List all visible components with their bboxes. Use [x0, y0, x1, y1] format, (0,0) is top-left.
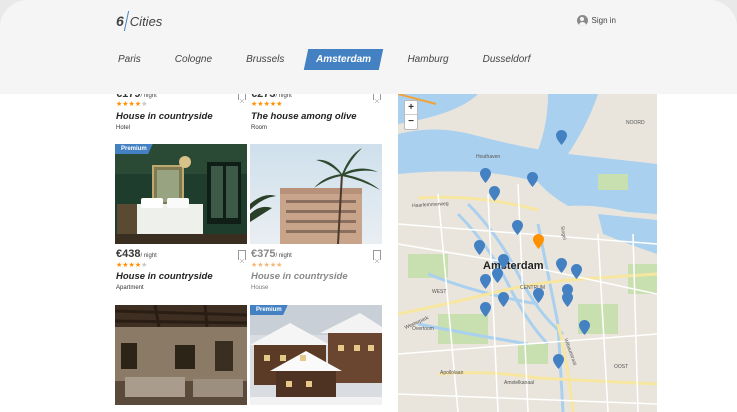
map-pin-icon[interactable] [480, 274, 491, 289]
offer-image-green-room[interactable]: Premium [115, 144, 247, 244]
map-pin-icon[interactable] [480, 302, 491, 317]
logo-divider [123, 11, 129, 31]
premium-badge: Premium [115, 144, 153, 154]
offer-type: Hotel [116, 125, 131, 131]
map-pin-icon[interactable] [553, 354, 564, 369]
map-label: Overtoom [412, 326, 434, 332]
tab-amsterdam[interactable]: Amsterdam [304, 49, 384, 70]
logo[interactable]: 6 Cities [116, 10, 162, 32]
hotel-room-photo [115, 144, 247, 244]
map-pin-icon[interactable] [556, 258, 567, 273]
offer-title[interactable]: House in countryside [116, 271, 213, 282]
offer-image-snow-chalet[interactable]: Premium [250, 305, 382, 405]
snow-chalet-photo [250, 305, 382, 405]
user-icon [576, 15, 588, 26]
offer-type: Room [251, 125, 268, 131]
tab-hamburg[interactable]: Hamburg [399, 50, 456, 69]
map-pin-icon[interactable] [533, 288, 544, 303]
premium-badge: Premium [250, 305, 288, 315]
tab-paris[interactable]: Paris [110, 50, 149, 69]
logo-number: 6 [116, 13, 124, 29]
app-window: 6 Cities Sign in Paris Cologne Brussels … [0, 0, 737, 412]
offer-image-palm-hotel[interactable] [250, 144, 382, 244]
rating-stars: ★★★★★ [251, 101, 283, 108]
rating-stars: ★★★★★ [116, 101, 148, 108]
map-zoom-control: + − [404, 100, 418, 130]
zoom-in-button[interactable]: + [405, 101, 417, 115]
offer-title[interactable]: House in countryside [251, 271, 348, 282]
rating-stars: ★★★★★ [116, 262, 148, 269]
offer-type: Apartment [116, 285, 144, 291]
stone-room-photo [115, 305, 247, 405]
offer-title[interactable]: House in countryside [116, 111, 213, 122]
header: 6 Cities Sign in Paris Cologne Brussels … [0, 0, 737, 94]
map-label: NOORD [626, 120, 645, 126]
tab-brussels[interactable]: Brussels [238, 50, 292, 69]
map-pin-icon[interactable] [474, 240, 485, 255]
bookmark-icon[interactable] [238, 250, 246, 263]
tab-cologne[interactable]: Cologne [167, 50, 220, 69]
main-content: €179/ night ★★★★★ House in countryside H… [0, 88, 737, 412]
map-pin-icon[interactable] [562, 292, 573, 307]
logo-text: Cities [129, 13, 163, 29]
map-pin-icon[interactable] [556, 130, 567, 145]
map-label: WEST [432, 289, 447, 295]
map-pin-icon[interactable] [579, 320, 590, 335]
map-pin-icon[interactable] [498, 292, 509, 307]
map-pin-icon[interactable] [527, 172, 538, 187]
map-pin-icon[interactable] [512, 220, 523, 235]
offer-image-stone-room[interactable] [115, 305, 247, 405]
bookmark-icon[interactable] [373, 250, 381, 263]
map-pin-icon[interactable] [489, 186, 500, 201]
offers-map[interactable]: + − NOORD Houthaven Haarlemmerweg WEST C… [398, 94, 657, 412]
offer-title[interactable]: The house among olive [251, 111, 357, 122]
map-pin-icon[interactable] [571, 264, 582, 279]
zoom-out-button[interactable]: − [405, 115, 417, 129]
tab-amsterdam-label: Amsterdam [316, 54, 372, 65]
map-label: Apollolaan [440, 370, 464, 376]
active-map-pin-icon[interactable] [533, 234, 544, 249]
hotel-exterior-photo [250, 144, 382, 244]
map-label: Houthaven [476, 154, 501, 160]
map-label: OOST [614, 364, 629, 370]
sign-in-label: Sign in [591, 16, 616, 25]
map-pin-icon[interactable] [480, 168, 491, 183]
tab-dusseldorf[interactable]: Dusseldorf [475, 50, 539, 69]
map-pin-icon[interactable] [498, 254, 509, 269]
map-label: Amstelkanaal [504, 380, 535, 386]
offer-price: €375/ night [251, 248, 292, 260]
city-tabs: Paris Cologne Brussels Amsterdam Hamburg… [110, 49, 556, 70]
offer-type: House [251, 285, 269, 291]
sign-in-link[interactable]: Sign in [576, 15, 616, 26]
offer-price: €438/ night [116, 248, 157, 260]
map-pin-icon[interactable] [492, 268, 503, 283]
rating-stars: ★★★★★ [251, 262, 283, 269]
